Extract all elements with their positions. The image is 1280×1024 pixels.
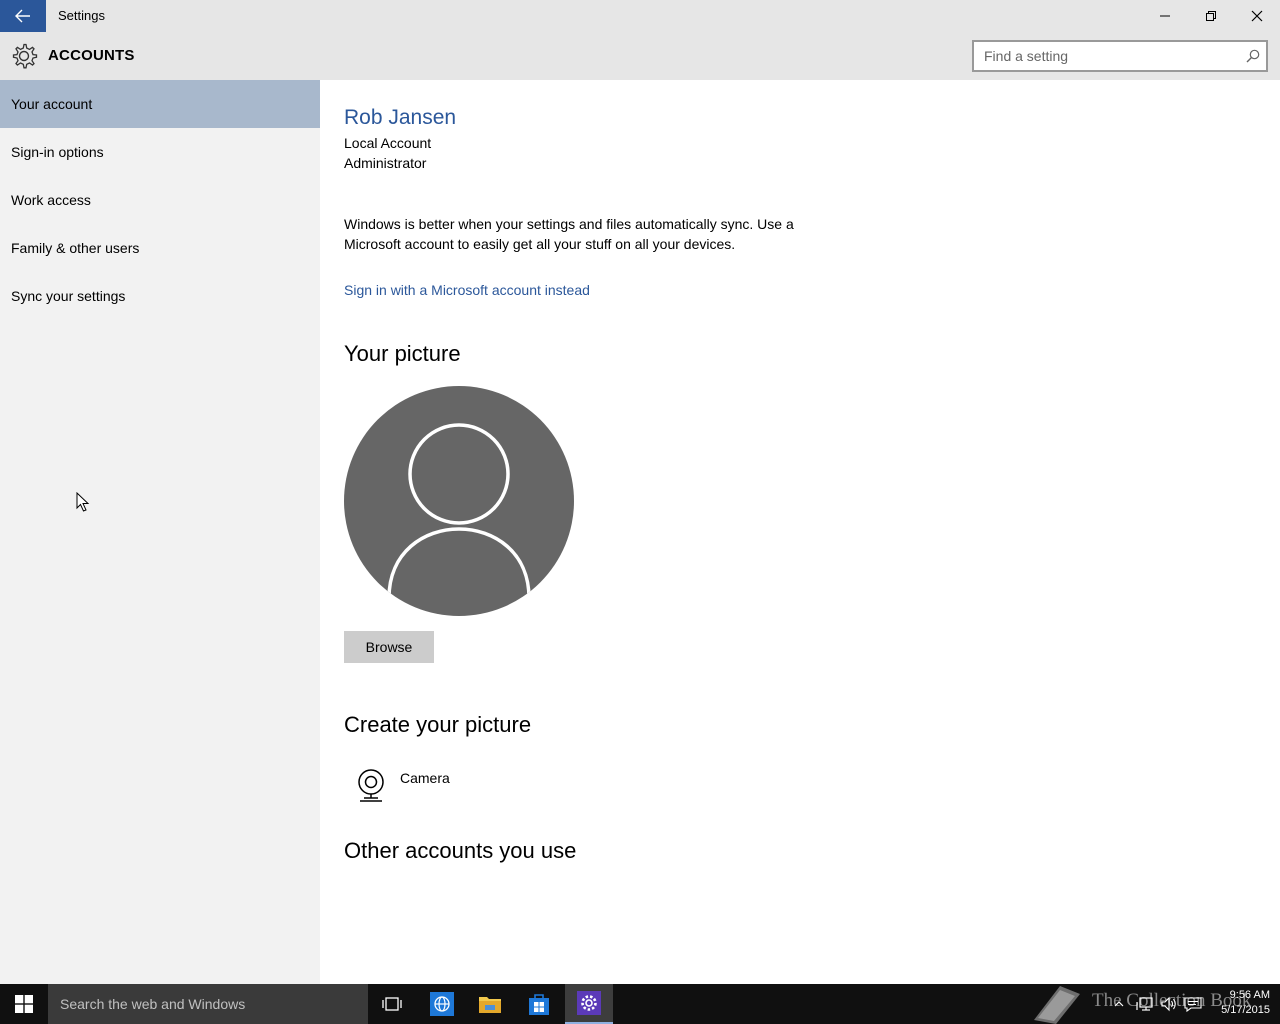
windows-logo-icon: [15, 995, 33, 1013]
title-bar: Settings: [0, 0, 1280, 32]
restore-button[interactable]: [1188, 0, 1234, 32]
window-title: Settings: [58, 8, 105, 23]
page-header: ACCOUNTS: [0, 32, 1280, 80]
book-icon: [1034, 986, 1080, 1024]
gear-icon: [10, 42, 38, 70]
taskbar: Search the web and Windows The Collectio…: [0, 984, 1280, 1024]
sidebar-item-sign-in-options[interactable]: Sign-in options: [0, 128, 320, 176]
taskbar-browser-button[interactable]: [418, 984, 466, 1024]
task-view-icon: [382, 997, 402, 1011]
user-avatar-icon: [387, 423, 531, 599]
chevron-up-icon: [1114, 1001, 1124, 1007]
taskbar-search-placeholder: Search the web and Windows: [60, 996, 246, 1012]
volume-icon: [1161, 996, 1176, 1012]
sidebar-item-your-account[interactable]: Your account: [0, 80, 320, 128]
other-accounts-heading: Other accounts you use: [344, 838, 577, 863]
tray-overflow-button[interactable]: [1110, 984, 1128, 1024]
create-picture-heading: Create your picture: [344, 712, 532, 737]
taskbar-settings-button[interactable]: [565, 984, 613, 1024]
page-title: ACCOUNTS: [48, 47, 135, 64]
tray-volume-button[interactable]: [1158, 984, 1180, 1024]
globe-icon: [430, 992, 454, 1016]
clock-time: 9:56 AM: [1229, 989, 1270, 1001]
notification-icon: [1184, 997, 1202, 1012]
store-bag-icon: [529, 994, 549, 1015]
settings-gear-icon: [577, 991, 601, 1015]
camera-label[interactable]: Camera: [400, 770, 450, 786]
close-button[interactable]: [1234, 0, 1280, 32]
taskbar-search[interactable]: Search the web and Windows: [48, 984, 368, 1024]
minimize-button[interactable]: [1142, 0, 1188, 32]
taskbar-store-button[interactable]: [515, 984, 563, 1024]
restore-icon: [1206, 11, 1216, 21]
minimize-icon: [1160, 15, 1170, 17]
search-input[interactable]: [974, 42, 1234, 70]
clock-date: 5/17/2015: [1221, 1004, 1270, 1016]
main-content: Rob Jansen Local Account Administrator W…: [320, 80, 1280, 984]
tray-action-center-button[interactable]: [1182, 984, 1204, 1024]
sync-message: Windows is better when your settings and…: [344, 216, 794, 252]
browse-button[interactable]: Browse: [344, 631, 434, 663]
sidebar-item-family-other-users[interactable]: Family & other users: [0, 224, 320, 272]
sign-in-microsoft-link[interactable]: Sign in with a Microsoft account instead: [344, 282, 590, 298]
account-role: Administrator: [344, 155, 427, 171]
sidebar: Your account Sign-in options Work access…: [0, 80, 320, 984]
user-name: Rob Jansen: [344, 106, 457, 129]
account-type: Local Account: [344, 135, 432, 151]
start-button[interactable]: [0, 984, 48, 1024]
avatar: [344, 386, 574, 616]
close-icon: [1251, 10, 1263, 22]
search-box[interactable]: [972, 40, 1268, 72]
sidebar-item-sync-settings[interactable]: Sync your settings: [0, 272, 320, 320]
task-view-button[interactable]: [368, 984, 416, 1024]
camera-icon[interactable]: [356, 769, 386, 803]
arrow-left-icon: [15, 9, 30, 23]
system-clock[interactable]: 9:56 AM 5/17/2015: [1210, 988, 1270, 1018]
search-icon[interactable]: [1246, 49, 1260, 63]
your-picture-heading: Your picture: [344, 341, 461, 366]
taskbar-file-explorer-button[interactable]: [466, 984, 514, 1024]
back-button[interactable]: [0, 0, 46, 32]
network-icon: [1136, 997, 1153, 1011]
sidebar-item-work-access[interactable]: Work access: [0, 176, 320, 224]
mouse-cursor-icon: [76, 492, 90, 512]
folder-icon: [479, 997, 501, 1013]
tray-network-button[interactable]: [1134, 984, 1156, 1024]
